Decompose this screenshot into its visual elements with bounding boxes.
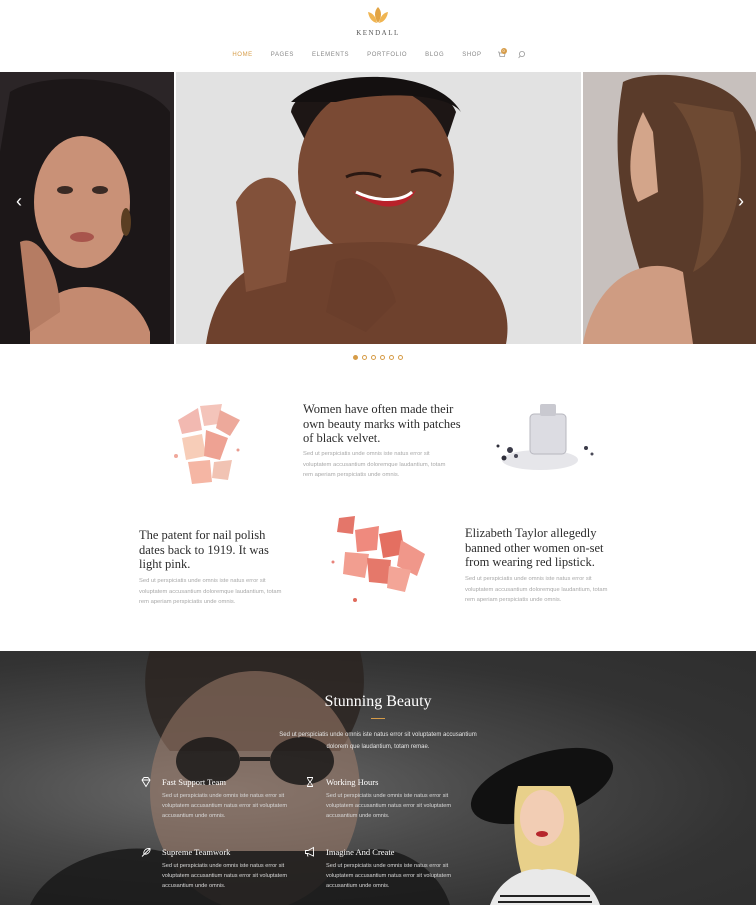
- search-icon: [517, 51, 525, 59]
- service-text: Sed ut perspiciatis unde omnis iste natu…: [162, 863, 287, 890]
- slider-prev-button[interactable]: ‹: [12, 190, 26, 212]
- section-intro: Sed ut perspiciatis unde omnis iste natu…: [279, 732, 477, 750]
- megaphone-icon: [305, 846, 314, 857]
- site-header: KENDALL HOME PAGES ELEMENTS PORTFOLIO BL…: [0, 0, 756, 72]
- nav-item-elements[interactable]: ELEMENTS: [303, 52, 358, 61]
- slider-dot[interactable]: [380, 355, 385, 360]
- portrait-woman-earrings: [0, 72, 174, 344]
- cart-button[interactable]: 0: [491, 48, 512, 59]
- woman-black-hat-image: [470, 747, 614, 905]
- feature-text: Sed ut perspiciatis unde omnis iste natu…: [465, 576, 608, 603]
- slider-dot[interactable]: [389, 355, 394, 360]
- slider-dot[interactable]: [353, 355, 358, 360]
- diamond-icon: [141, 777, 151, 788]
- service-text: Sed ut perspiciatis unde omnis iste natu…: [326, 863, 451, 890]
- search-button[interactable]: [512, 50, 533, 59]
- nav-item-home[interactable]: HOME: [223, 52, 261, 61]
- nav-item-blog[interactable]: BLOG: [416, 52, 453, 61]
- slide-image-main: [176, 72, 581, 344]
- feature-title: Elizabeth Taylor allegedly banned other …: [465, 526, 604, 569]
- service-title: Working Hours: [326, 777, 379, 787]
- main-nav: HOME PAGES ELEMENTS PORTFOLIO BLOG SHOP …: [0, 48, 756, 61]
- leaf-icon: [368, 7, 388, 23]
- portrait-woman-curly-hair: [583, 72, 756, 344]
- slider-dot[interactable]: [398, 355, 403, 360]
- cart-count-badge: 0: [500, 48, 507, 54]
- stunning-beauty-section: Stunning Beauty Sed ut perspiciatis unde…: [0, 651, 756, 905]
- chevron-left-icon: ‹: [16, 191, 22, 211]
- slider-pagination: [0, 355, 756, 360]
- service-title: Imagine And Create: [326, 847, 395, 857]
- feature-text: Sed ut perspiciatis unde omnis iste natu…: [303, 451, 446, 478]
- slider-dot[interactable]: [362, 355, 367, 360]
- feature-title: Women have often made their own beauty m…: [303, 402, 461, 445]
- brand-name: KENDALL: [356, 29, 400, 37]
- service-text: Sed ut perspiciatis unde omnis iste natu…: [162, 793, 287, 820]
- nav-item-shop[interactable]: SHOP: [453, 52, 490, 61]
- crushed-powder-image-1: [174, 404, 240, 484]
- portrait-woman-smiling: [176, 72, 581, 344]
- slide-image-left: [0, 72, 174, 344]
- title-divider: [371, 718, 385, 719]
- feather-icon: [141, 848, 151, 857]
- slider-next-button[interactable]: ›: [734, 190, 748, 212]
- hero-slider[interactable]: ‹ ›: [0, 72, 756, 344]
- feature-text: Sed ut perspiciatis unde omnis iste natu…: [139, 578, 282, 605]
- slide-image-right: [583, 72, 756, 344]
- service-text: Sed ut perspiciatis unde omnis iste natu…: [326, 793, 451, 820]
- section-title: Stunning Beauty: [324, 693, 432, 710]
- nav-item-pages[interactable]: PAGES: [262, 52, 303, 61]
- nav-item-portfolio[interactable]: PORTFOLIO: [358, 52, 416, 61]
- crushed-powder-image-2: [331, 516, 425, 602]
- hourglass-icon: [307, 777, 313, 787]
- service-title: Fast Support Team: [162, 777, 226, 787]
- spilled-bottle-image: [496, 404, 594, 470]
- logo[interactable]: KENDALL: [0, 5, 756, 37]
- service-title: Supreme Teamwork: [162, 847, 231, 857]
- slider-dot[interactable]: [371, 355, 376, 360]
- chevron-right-icon: ›: [738, 191, 744, 211]
- feature-title: The patent for nail polish dates back to…: [139, 528, 269, 571]
